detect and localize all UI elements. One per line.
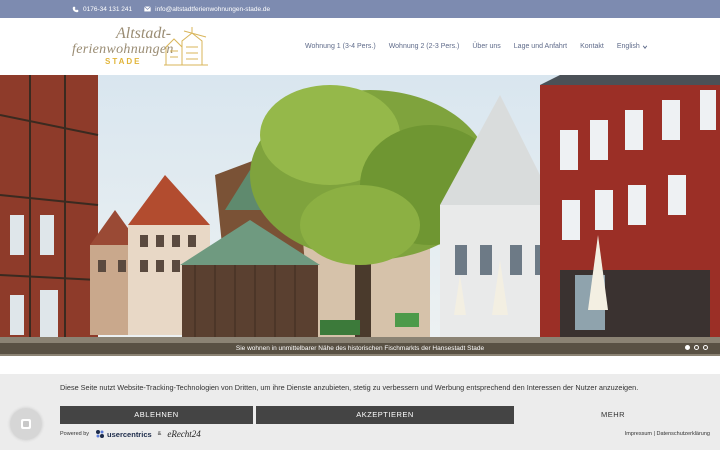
chevron-down-icon: [642, 45, 647, 49]
slider-dot-3[interactable]: [703, 345, 708, 350]
hero-slider[interactable]: [0, 75, 720, 356]
accept-button[interactable]: AKZEPTIEREN: [256, 406, 514, 424]
logo-line-3: STADE: [105, 57, 142, 66]
reject-button[interactable]: ABLEHNEN: [60, 406, 253, 424]
nav-contact[interactable]: Kontakt: [580, 43, 604, 50]
more-button[interactable]: MEHR: [516, 406, 710, 424]
usercentrics-icon: [96, 430, 105, 438]
language-selector[interactable]: English: [617, 43, 648, 50]
phone-icon: [72, 6, 79, 13]
contact-topbar: 0176-34 131 241 info@altstadtferienwohnu…: [0, 0, 720, 18]
powered-by-label: Powered by: [60, 431, 90, 437]
cookie-settings-badge[interactable]: [10, 408, 42, 440]
phone-number: 0176-34 131 241: [83, 5, 133, 13]
fingerprint-icon: [21, 419, 31, 429]
privacy-link[interactable]: Datenschutzerklärung: [656, 431, 710, 437]
email-contact[interactable]: info@altstadtferienwohnungen-stade.de: [144, 6, 270, 13]
nav-apartment-2[interactable]: Wohnung 2 (2-3 Pers.): [389, 43, 460, 50]
link-separator: |: [653, 431, 655, 437]
main-navigation: Wohnung 1 (3-4 Pers.) Wohnung 2 (2-3 Per…: [305, 18, 648, 75]
nav-location[interactable]: Lage und Anfahrt: [514, 43, 567, 50]
slider-dot-1[interactable]: [685, 345, 690, 350]
erecht24-logo[interactable]: eRecht24: [167, 429, 200, 439]
slider-dot-2[interactable]: [694, 345, 699, 350]
legal-links: Impressum | Datenschutzerklärung: [625, 431, 710, 437]
logo-line-2: ferienwohnungen: [72, 42, 174, 57]
nav-about-us[interactable]: Über uns: [472, 43, 500, 50]
site-header: Altstadt- ferienwohnungen STADE Wohnung …: [0, 18, 720, 75]
usercentrics-label: usercentrics: [107, 429, 152, 439]
hero-image: [0, 75, 720, 356]
language-label: English: [616, 43, 640, 50]
cookie-text: Diese Seite nutzt Website-Tracking-Techn…: [60, 383, 639, 392]
imprint-link[interactable]: Impressum: [625, 431, 652, 437]
phone-contact[interactable]: 0176-34 131 241: [72, 6, 132, 13]
logo-crane-illustration: [164, 27, 208, 66]
usercentrics-logo[interactable]: usercentrics: [95, 429, 152, 439]
erecht24-label: eRecht24: [167, 429, 201, 439]
cookie-consent-banner: Diese Seite nutzt Website-Tracking-Techn…: [0, 374, 720, 450]
nav-apartment-1[interactable]: Wohnung 1 (3-4 Pers.): [305, 43, 376, 50]
slider-dots: [685, 345, 708, 350]
site-logo[interactable]: Altstadt- ferienwohnungen STADE: [72, 23, 212, 71]
powered-by: Powered by usercentrics & eRecht24: [60, 429, 201, 439]
email-address: info@altstadtferienwohnungen-stade.de: [155, 5, 271, 13]
hero-caption: Sie wohnen in unmittelbarer Nähe des his…: [0, 343, 720, 354]
ampersand: &: [157, 431, 162, 437]
envelope-icon: [144, 6, 152, 13]
